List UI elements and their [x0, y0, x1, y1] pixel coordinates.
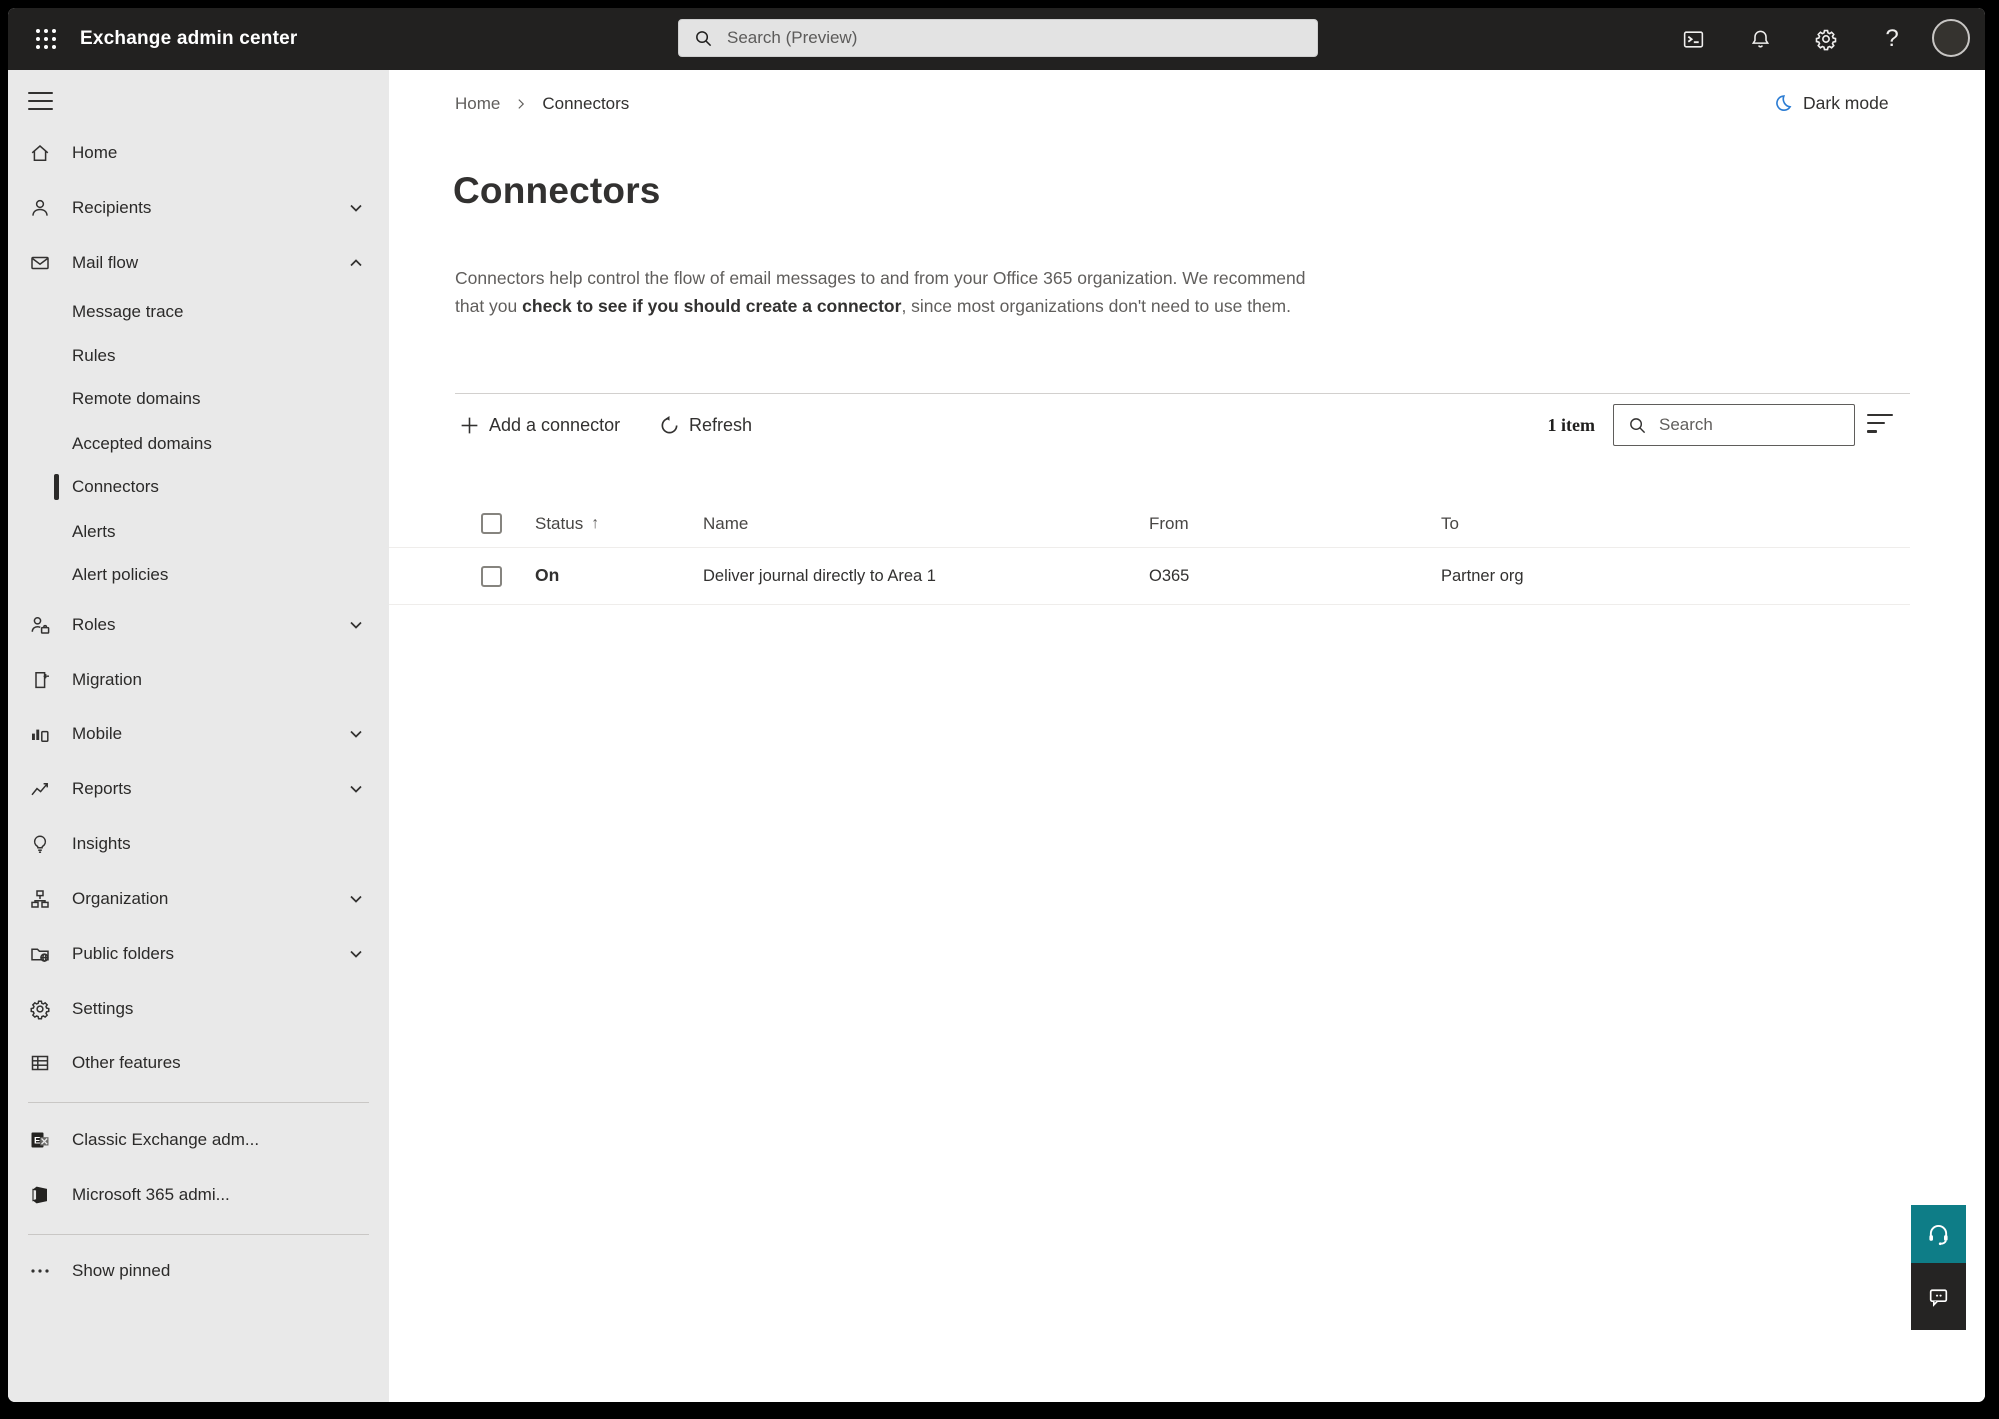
top-bar: Exchange admin center Search (Preview) ? [8, 8, 1985, 70]
row-to: Partner org [1441, 567, 1524, 585]
moon-icon [1776, 94, 1792, 111]
terminal-icon[interactable] [1669, 15, 1717, 63]
bell-icon[interactable] [1736, 15, 1784, 63]
sidebar-item-public-folders[interactable]: Public folders [8, 932, 389, 976]
divider [455, 393, 1910, 394]
feedback-button[interactable] [1911, 1263, 1966, 1330]
sidebar-item-show-pinned[interactable]: Show pinned [8, 1249, 389, 1293]
column-header-name[interactable]: Name [703, 513, 748, 535]
sidebar-nav: Home Recipients Mail flow Message trace … [8, 70, 389, 1402]
sort-ascending-icon: ↑ [591, 515, 600, 532]
sidebar-item-organization[interactable]: Organization [8, 877, 389, 921]
hamburger-menu-icon[interactable] [28, 84, 68, 118]
refresh-icon [661, 415, 678, 433]
breadcrumb-home-link[interactable]: Home [455, 94, 500, 114]
sidebar-item-remote-domains[interactable]: Remote domains [8, 377, 389, 421]
row-status: On [535, 565, 560, 585]
chevron-down-icon [350, 621, 362, 629]
sidebar-item-connectors[interactable]: Connectors [8, 465, 389, 509]
person-icon [32, 199, 48, 216]
app-window: Exchange admin center Search (Preview) ?… [8, 8, 1985, 1402]
sidebar-item-other-features[interactable]: Other features [8, 1041, 389, 1085]
list-search-input[interactable] [1657, 414, 1882, 436]
chevron-down-icon [350, 785, 362, 793]
breadcrumb-current: Connectors [542, 94, 630, 113]
column-header-status[interactable]: Status ↑ [535, 513, 599, 535]
filter-icon[interactable] [1867, 414, 1897, 438]
dark-mode-label: Dark mode [1803, 92, 1889, 113]
table-row[interactable]: On Deliver journal directly to Area 1 O3… [389, 547, 1910, 605]
org-chart-icon [31, 890, 49, 908]
refresh-button[interactable]: Refresh [659, 407, 752, 443]
table-icon [31, 1055, 49, 1071]
migration-icon [35, 672, 49, 689]
select-all-checkbox[interactable] [481, 513, 502, 534]
item-count: 1 item [1547, 414, 1595, 435]
sidebar-item-recipients[interactable]: Recipients [8, 186, 389, 230]
folder-globe-icon [31, 948, 49, 962]
microsoft-365-logo-icon [32, 1186, 47, 1204]
headset-icon [1929, 1224, 1948, 1245]
global-search-input[interactable] [725, 27, 1317, 49]
help-icon[interactable]: ? [1868, 15, 1916, 63]
sidebar-item-classic-exchange[interactable]: E Classic Exchange adm... [8, 1118, 389, 1162]
row-from: O365 [1149, 567, 1190, 585]
create-connector-check-link[interactable]: check to see if you should create a conn… [522, 296, 901, 316]
sidebar-item-mobile[interactable]: Mobile [8, 712, 389, 756]
column-header-to[interactable]: To [1441, 513, 1459, 535]
mail-icon [31, 256, 49, 270]
sidebar-item-alerts[interactable]: Alerts [8, 510, 389, 554]
page-description: Connectors help control the flow of emai… [455, 267, 1306, 316]
chevron-up-icon [350, 259, 362, 267]
breadcrumb: Home Connectors [455, 90, 629, 118]
dark-mode-toggle[interactable]: Dark mode [1771, 88, 1889, 118]
sidebar-item-accepted-domains[interactable]: Accepted domains [8, 422, 389, 466]
search-icon [1630, 417, 1646, 433]
sidebar-item-home[interactable]: Home [8, 131, 389, 175]
help-button[interactable] [1911, 1205, 1966, 1263]
app-title: Exchange admin center [80, 28, 298, 49]
app-launcher-icon[interactable] [26, 19, 66, 59]
reports-icon [31, 783, 48, 796]
gear-icon [30, 1000, 50, 1020]
chat-icon [1929, 1289, 1948, 1307]
sidebar-item-roles[interactable]: Roles [8, 603, 389, 647]
main-content: Home Connectors Dark mode Connectors Con… [389, 70, 1985, 1402]
page-title: Connectors [453, 170, 661, 211]
chevron-right-icon [518, 99, 525, 109]
row-checkbox[interactable] [481, 566, 502, 587]
ellipsis-icon [31, 1269, 49, 1273]
chevron-down-icon [350, 950, 362, 958]
divider [28, 1234, 369, 1235]
lightbulb-icon [33, 835, 47, 853]
sidebar-item-alert-policies[interactable]: Alert policies [8, 553, 389, 597]
plus-icon [461, 417, 478, 433]
avatar[interactable] [1932, 19, 1970, 57]
sidebar-item-migration[interactable]: Migration [8, 658, 389, 702]
sidebar-item-settings[interactable]: Settings [8, 987, 389, 1031]
roles-icon [31, 616, 50, 634]
sidebar-item-insights[interactable]: Insights [8, 822, 389, 866]
sidebar-item-rules[interactable]: Rules [8, 334, 389, 378]
global-search-box[interactable] [678, 19, 1318, 57]
sidebar-item-microsoft-365[interactable]: Microsoft 365 admi... [8, 1173, 389, 1217]
list-search-box[interactable] [1613, 404, 1882, 446]
gear-icon[interactable] [1802, 15, 1850, 63]
add-connector-button[interactable]: Add a connector [459, 407, 620, 443]
sidebar-item-mail-flow[interactable]: Mail flow [8, 241, 389, 285]
svg-text:E: E [34, 1136, 40, 1147]
chevron-down-icon [350, 204, 362, 212]
sidebar-item-reports[interactable]: Reports [8, 767, 389, 811]
exchange-logo-icon: E [31, 1132, 49, 1148]
chevron-down-icon [350, 730, 362, 738]
search-icon [696, 30, 712, 46]
divider [28, 1102, 369, 1103]
sidebar-item-message-trace[interactable]: Message trace [8, 290, 389, 334]
row-name: Deliver journal directly to Area 1 [703, 567, 936, 585]
home-icon [31, 145, 49, 161]
chevron-down-icon [350, 895, 362, 903]
column-header-from[interactable]: From [1149, 513, 1189, 535]
table-header: Status ↑ Name From To [389, 500, 1910, 547]
mobile-icon [32, 729, 49, 742]
